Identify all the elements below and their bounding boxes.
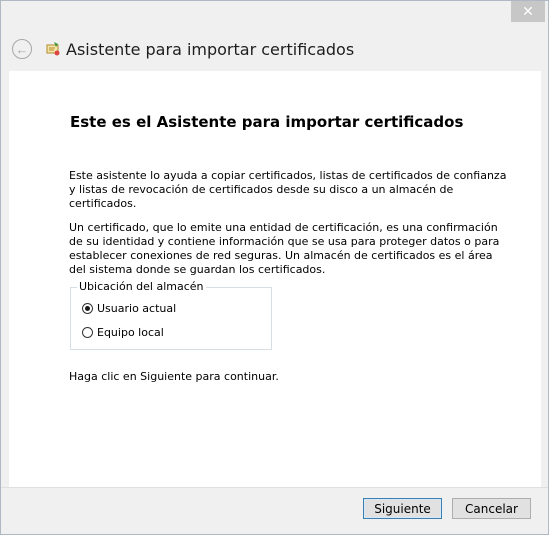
intro-paragraph: Este asistente lo ayuda a copiar certifi…	[69, 169, 507, 210]
radio-button-checked[interactable]	[82, 303, 93, 314]
wizard-window: ✕ ← Asistente para importar certificados…	[0, 0, 549, 535]
radio-label: Equipo local	[97, 326, 164, 339]
cancel-button[interactable]: Cancelar	[452, 498, 531, 519]
wizard-header: ← Asistente para importar certificados	[1, 25, 548, 71]
next-button[interactable]: Siguiente	[363, 498, 442, 519]
continue-instruction: Haga clic en Siguiente para continuar.	[69, 370, 279, 383]
certificate-wizard-icon	[46, 42, 60, 56]
wizard-content: Este es el Asistente para importar certi…	[9, 71, 541, 487]
store-location-legend: Ubicación del almacén	[77, 280, 206, 293]
page-title: Este es el Asistente para importar certi…	[70, 113, 464, 131]
back-button[interactable]: ←	[12, 39, 32, 59]
radio-button-unchecked[interactable]	[82, 327, 93, 338]
close-button[interactable]: ✕	[511, 1, 545, 22]
radio-local-machine[interactable]: Equipo local	[82, 326, 164, 339]
close-icon: ✕	[522, 3, 534, 19]
window-title: Asistente para importar certificados	[66, 40, 355, 59]
back-arrow-icon: ←	[15, 41, 29, 57]
radio-current-user[interactable]: Usuario actual	[82, 302, 176, 315]
wizard-footer: Siguiente Cancelar	[1, 487, 548, 534]
certificate-description: Un certificado, que lo emite una entidad…	[69, 221, 500, 276]
radio-label: Usuario actual	[97, 302, 177, 315]
store-location-group: Ubicación del almacén Usuario actual Equ…	[70, 280, 272, 350]
